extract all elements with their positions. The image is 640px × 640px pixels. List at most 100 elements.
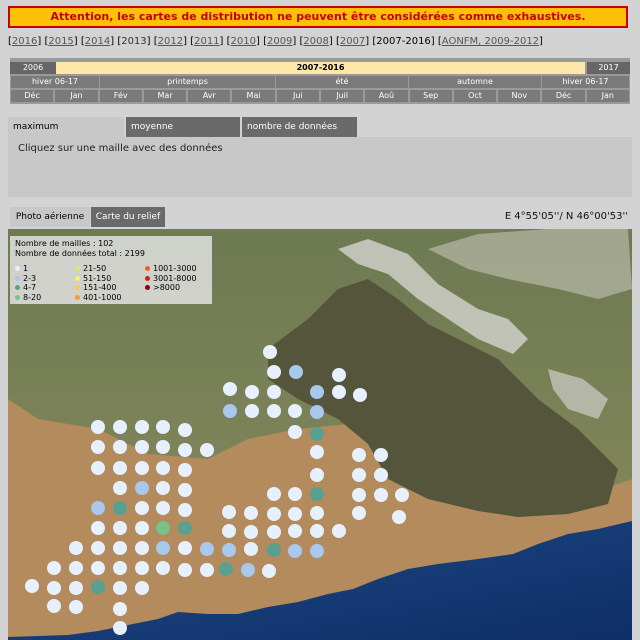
- maille-dot[interactable]: [178, 541, 192, 555]
- maille-dot[interactable]: [222, 543, 236, 557]
- maille-dot[interactable]: [310, 405, 324, 419]
- maille-dot[interactable]: [156, 541, 170, 555]
- maille-dot[interactable]: [156, 521, 170, 535]
- maille-dot[interactable]: [113, 440, 127, 454]
- timeline-year-prev[interactable]: 2006: [10, 62, 56, 74]
- maille-dot[interactable]: [178, 423, 192, 437]
- maille-dot[interactable]: [267, 507, 281, 521]
- tab-moyenne[interactable]: moyenne: [126, 117, 240, 137]
- maille-dot[interactable]: [245, 404, 259, 418]
- maille-dot[interactable]: [332, 385, 346, 399]
- maille-dot[interactable]: [310, 506, 324, 520]
- maille-dot[interactable]: [69, 541, 83, 555]
- maille-dot[interactable]: [178, 563, 192, 577]
- maille-dot[interactable]: [267, 525, 281, 539]
- tab-nombre-de-donnees[interactable]: nombre de données: [242, 117, 357, 137]
- timeline-month-0[interactable]: Déc: [11, 90, 54, 102]
- maille-dot[interactable]: [156, 481, 170, 495]
- year-link-2014[interactable]: 2014: [85, 36, 110, 47]
- maille-dot[interactable]: [310, 524, 324, 538]
- maille-dot[interactable]: [91, 461, 105, 475]
- maille-dot[interactable]: [91, 501, 105, 515]
- maille-dot[interactable]: [222, 505, 236, 519]
- maille-dot[interactable]: [156, 501, 170, 515]
- maille-dot[interactable]: [332, 524, 346, 538]
- year-link-2015[interactable]: 2015: [48, 36, 73, 47]
- maille-dot[interactable]: [91, 521, 105, 535]
- maille-dot[interactable]: [178, 521, 192, 535]
- maille-dot[interactable]: [113, 481, 127, 495]
- maille-dot[interactable]: [91, 580, 105, 594]
- timeline-month-5[interactable]: Mai: [232, 90, 275, 102]
- maille-dot[interactable]: [47, 561, 61, 575]
- maille-dot[interactable]: [222, 524, 236, 538]
- tab-photo-aerienne[interactable]: Photo aérienne: [10, 207, 90, 227]
- maille-dot[interactable]: [69, 561, 83, 575]
- maille-dot[interactable]: [310, 427, 324, 441]
- maille-dot[interactable]: [289, 365, 303, 379]
- maille-dot[interactable]: [91, 440, 105, 454]
- maille-dot[interactable]: [156, 561, 170, 575]
- year-link-2012[interactable]: 2012: [158, 36, 183, 47]
- maille-dot[interactable]: [244, 525, 258, 539]
- maille-dot[interactable]: [113, 420, 127, 434]
- year-link-2016[interactable]: 2016: [12, 36, 37, 47]
- maille-dot[interactable]: [223, 404, 237, 418]
- timeline-year-current[interactable]: 2007-2016: [56, 62, 585, 74]
- aonfm-link[interactable]: AONFM, 2009-2012: [442, 36, 539, 47]
- timeline-month-10[interactable]: Oct: [453, 90, 497, 102]
- maille-dot[interactable]: [25, 579, 39, 593]
- maille-dot[interactable]: [352, 506, 366, 520]
- maille-dot[interactable]: [310, 544, 324, 558]
- maille-dot[interactable]: [178, 443, 192, 457]
- maille-dot[interactable]: [267, 543, 281, 557]
- year-link-2010[interactable]: 2010: [231, 36, 256, 47]
- timeline-month-6[interactable]: Jui: [276, 90, 319, 102]
- timeline-month-4[interactable]: Avr: [188, 90, 231, 102]
- tab-carte-du-relief[interactable]: Carte du relief: [91, 207, 165, 227]
- maille-dot[interactable]: [178, 503, 192, 517]
- maille-dot[interactable]: [156, 461, 170, 475]
- maille-dot[interactable]: [288, 425, 302, 439]
- maille-dot[interactable]: [69, 581, 83, 595]
- year-link-2013[interactable]: 2013: [121, 36, 146, 47]
- maille-dot[interactable]: [113, 521, 127, 535]
- maille-dot[interactable]: [245, 385, 259, 399]
- maille-dot[interactable]: [219, 562, 233, 576]
- maille-dot[interactable]: [374, 468, 388, 482]
- timeline-season-winter-end[interactable]: hiver 06-17: [542, 76, 629, 88]
- maille-dot[interactable]: [156, 420, 170, 434]
- maille-dot[interactable]: [113, 501, 127, 515]
- maille-dot[interactable]: [113, 581, 127, 595]
- maille-dot[interactable]: [200, 542, 214, 556]
- maille-dot[interactable]: [135, 581, 149, 595]
- maille-dot[interactable]: [200, 443, 214, 457]
- maille-dot[interactable]: [200, 563, 214, 577]
- timeline-month-1[interactable]: Jan: [55, 90, 98, 102]
- maille-dot[interactable]: [310, 445, 324, 459]
- maille-dot[interactable]: [113, 461, 127, 475]
- maille-dot[interactable]: [91, 561, 105, 575]
- maille-dot[interactable]: [47, 581, 61, 595]
- maille-dot[interactable]: [267, 404, 281, 418]
- maille-dot[interactable]: [395, 488, 409, 502]
- maille-dot[interactable]: [47, 599, 61, 613]
- timeline-month-8[interactable]: Aoû: [365, 90, 408, 102]
- maille-dot[interactable]: [135, 461, 149, 475]
- maille-dot[interactable]: [353, 388, 367, 402]
- timeline-month-11[interactable]: Nov: [498, 90, 541, 102]
- timeline-month-3[interactable]: Mar: [143, 90, 187, 102]
- timeline-season-winter-start[interactable]: hiver 06-17: [11, 76, 99, 88]
- timeline-month-7[interactable]: Juil: [321, 90, 364, 102]
- maille-dot[interactable]: [288, 544, 302, 558]
- maille-dot[interactable]: [267, 365, 281, 379]
- year-link-2011[interactable]: 2011: [194, 36, 219, 47]
- maille-dot[interactable]: [262, 564, 276, 578]
- maille-dot[interactable]: [135, 521, 149, 535]
- maille-dot[interactable]: [310, 385, 324, 399]
- timeline-season-autumn[interactable]: automne: [409, 76, 541, 88]
- timeline-season-summer[interactable]: été: [276, 76, 408, 88]
- maille-dot[interactable]: [244, 506, 258, 520]
- maille-dot[interactable]: [135, 541, 149, 555]
- timeline-year-next[interactable]: 2017: [587, 62, 630, 74]
